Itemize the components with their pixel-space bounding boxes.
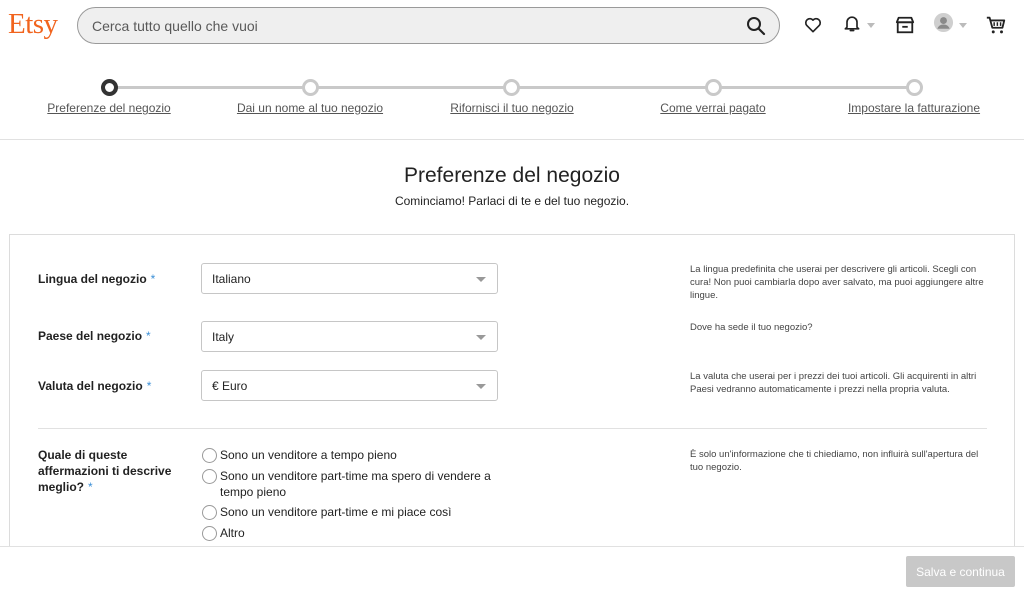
notifications-menu[interactable]: [842, 14, 875, 36]
language-help-text: La lingua predefinita che userai per des…: [690, 264, 984, 301]
language-field-label: Lingua del negozio *: [38, 271, 155, 287]
language-label-text: Lingua del negozio: [38, 272, 147, 286]
currency-help-text: La valuta che userai per i prezzi dei tu…: [690, 371, 977, 395]
save-and-continue-button[interactable]: Salva e continua: [906, 556, 1015, 587]
seller-type-label-text: Quale di queste affermazioni ti descrive…: [38, 448, 172, 494]
radio-button[interactable]: [202, 469, 217, 484]
step-dot-2: [302, 79, 319, 96]
country-select-value: Italy: [212, 330, 235, 344]
required-mark: *: [88, 480, 93, 494]
bell-icon: [842, 13, 862, 38]
shop-icon[interactable]: [894, 14, 916, 36]
seller-type-option[interactable]: Sono un venditore part-time ma spero di …: [202, 468, 505, 500]
top-header: Etsy: [0, 0, 1024, 52]
language-select-value: Italiano: [212, 272, 251, 286]
step-link-shop-name[interactable]: Dai un nome al tuo negozio: [237, 101, 383, 115]
shop-preferences-form: Lingua del negozio * Italiano La lingua p…: [9, 234, 1015, 554]
radio-button[interactable]: [202, 505, 217, 520]
step-link-stock[interactable]: Rifornisci il tuo negozio: [450, 101, 573, 115]
radio-option-label: Sono un venditore a tempo pieno: [220, 448, 397, 462]
country-help-text: Dove ha sede il tuo negozio?: [690, 322, 813, 333]
chevron-down-icon: [959, 22, 967, 28]
required-mark: *: [150, 272, 156, 286]
country-label-text: Paese del negozio: [38, 329, 143, 343]
seller-type-help-text: È solo un'informazione che ti chiediamo,…: [690, 449, 979, 473]
dropdown-arrow-icon: [476, 335, 486, 340]
radio-button[interactable]: [202, 448, 217, 463]
seller-type-option[interactable]: Altro: [202, 525, 505, 541]
section-divider: [38, 428, 987, 429]
radio-option-label: Sono un venditore part-time ma spero di …: [220, 469, 491, 499]
progress-stepper: Preferenze del negozio Dai un nome al tu…: [0, 52, 1024, 140]
required-mark: *: [146, 329, 151, 343]
avatar: [933, 12, 954, 38]
sticky-footer: Salva e continua: [0, 546, 1024, 592]
currency-label-text: Valuta del negozio: [38, 379, 143, 393]
currency-select[interactable]: € Euro: [201, 370, 498, 401]
seller-type-field-label: Quale di queste affermazioni ti descrive…: [38, 447, 178, 495]
cart-icon[interactable]: [985, 14, 1007, 36]
step-link-billing[interactable]: Impostare la fatturazione: [848, 101, 980, 115]
dropdown-arrow-icon: [476, 384, 486, 389]
account-menu[interactable]: [933, 12, 967, 38]
page-title: Preferenze del negozio: [404, 164, 620, 187]
dropdown-arrow-icon: [476, 277, 486, 282]
seller-type-option[interactable]: Sono un venditore part-time e mi piace c…: [202, 504, 505, 520]
country-field-label: Paese del negozio *: [38, 328, 151, 344]
currency-select-value: € Euro: [212, 379, 248, 393]
radio-button[interactable]: [202, 526, 217, 541]
step-dot-5: [906, 79, 923, 96]
seller-type-option[interactable]: Sono un venditore a tempo pieno: [202, 447, 505, 463]
currency-field-label: Valuta del negozio *: [38, 378, 151, 394]
language-select[interactable]: Italiano: [201, 263, 498, 294]
chevron-down-icon: [867, 22, 875, 28]
step-link-payment[interactable]: Come verrai pagato: [660, 101, 765, 115]
radio-option-label: Altro: [220, 526, 245, 540]
etsy-logo[interactable]: Etsy: [8, 8, 58, 41]
radio-option-label: Sono un venditore part-time e mi piace c…: [220, 505, 452, 519]
search-input[interactable]: [92, 8, 712, 43]
heart-icon[interactable]: [803, 14, 823, 36]
search-bar: [77, 7, 780, 44]
step-link-preferences[interactable]: Preferenze del negozio: [47, 101, 170, 115]
page-subtitle: Cominciamo! Parlaci di te e del tuo nego…: [394, 194, 630, 208]
required-mark: *: [146, 379, 152, 393]
step-dot-1: [101, 79, 118, 96]
country-select[interactable]: Italy: [201, 321, 498, 352]
search-icon[interactable]: [745, 15, 767, 37]
step-dot-4: [705, 79, 722, 96]
step-dot-3: [503, 79, 520, 96]
